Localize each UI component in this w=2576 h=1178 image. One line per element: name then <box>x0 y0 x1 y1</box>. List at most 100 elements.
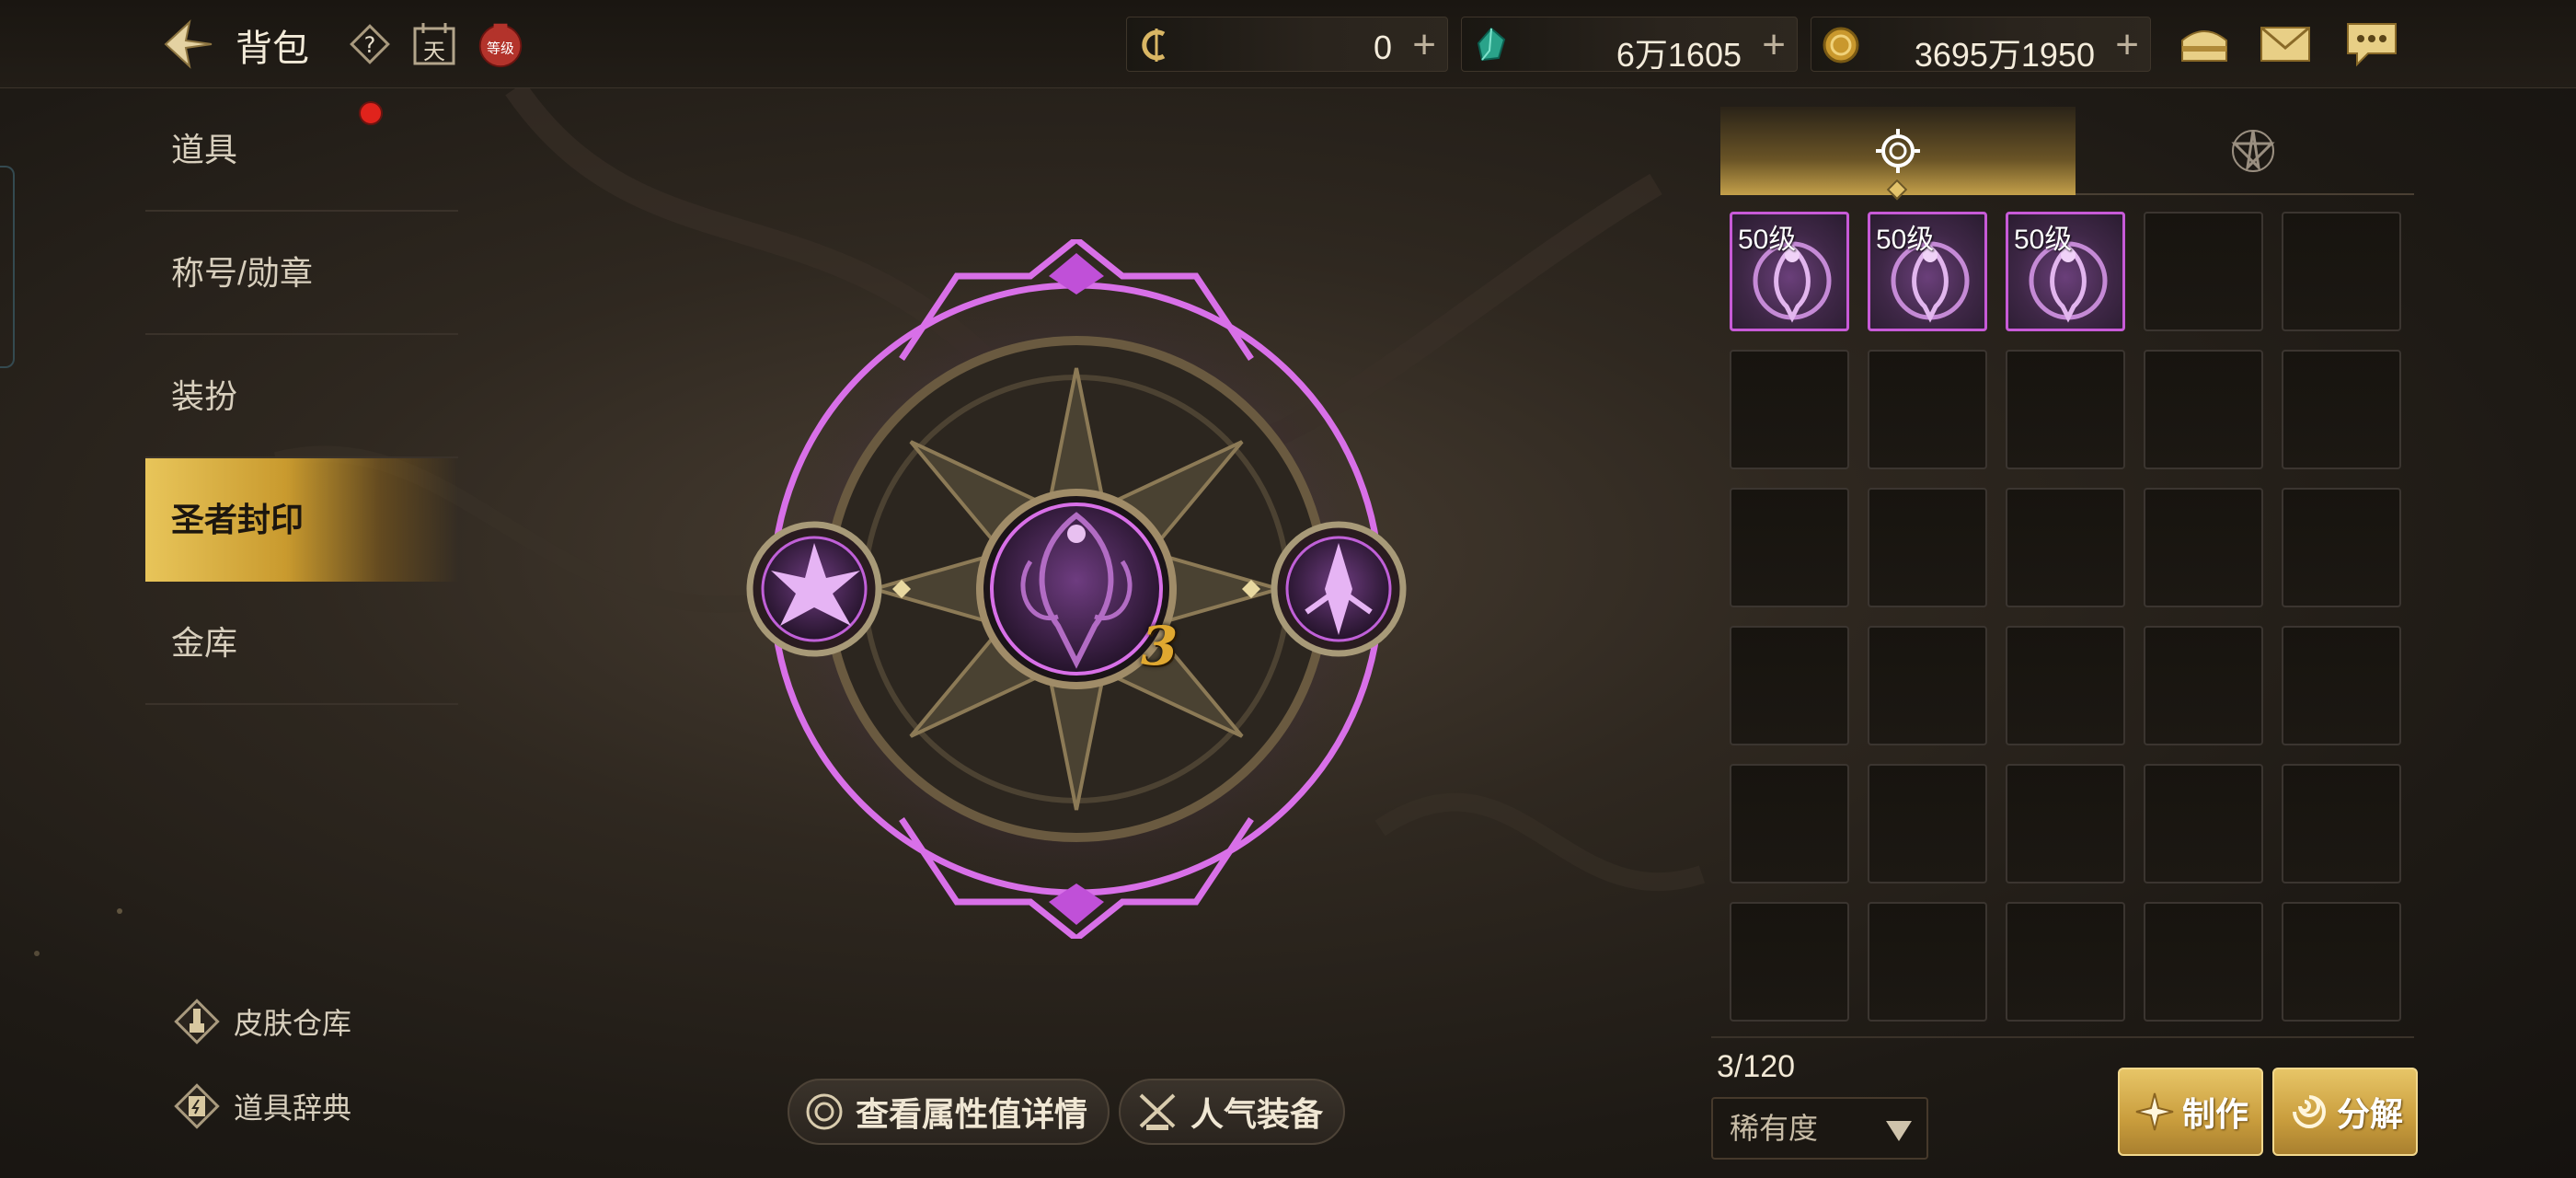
inventory-slot-empty[interactable] <box>2144 212 2263 331</box>
item-dictionary-link[interactable]: 道具辞典 <box>173 1079 351 1134</box>
rarity-dropdown-label: 稀有度 <box>1730 1112 1819 1145</box>
inventory-slot-empty[interactable] <box>2282 212 2401 331</box>
popular-equipment-label: 人气装备 <box>1190 1095 1324 1133</box>
inventory-slot-empty[interactable] <box>2006 902 2125 1022</box>
inventory-slot-empty[interactable] <box>1868 626 1987 745</box>
inventory-slot-empty[interactable] <box>2006 764 2125 884</box>
mail-icon[interactable] <box>2258 18 2313 70</box>
level-bag-icon: 等级 <box>478 23 523 68</box>
craft-label: 制作 <box>2181 1095 2248 1133</box>
inventory-slot-empty[interactable] <box>1730 764 1849 884</box>
tab-sigils[interactable] <box>2076 107 2431 195</box>
sidebar-item-label: 金库 <box>171 624 238 662</box>
inventory-slot-empty[interactable] <box>2144 902 2263 1022</box>
craft-star-icon <box>2135 1092 2174 1131</box>
inventory-slot-empty[interactable] <box>2282 764 2401 884</box>
sidebar-item-titles-medals[interactable]: 称号/勋章 <box>145 212 458 335</box>
inventory-slot-empty[interactable] <box>2282 488 2401 607</box>
item-level: 50级 <box>2014 225 2073 255</box>
inventory-slot-empty[interactable] <box>1868 902 1987 1022</box>
inventory-slot-empty[interactable] <box>1868 764 1987 884</box>
inventory-slot[interactable]: 50级 <box>2006 212 2125 331</box>
inventory-slot-empty[interactable] <box>2144 626 2263 745</box>
help-button[interactable]: ? <box>346 20 394 68</box>
sidebar-item-saint-seal[interactable]: 圣者封印 <box>145 458 458 582</box>
inventory-slot-empty[interactable] <box>2282 902 2401 1022</box>
inventory-slot-empty[interactable] <box>2006 488 2125 607</box>
add-crystal-button[interactable]: + <box>1762 23 1786 67</box>
inventory-slot-empty[interactable] <box>2144 764 2263 884</box>
pentagram-icon <box>2231 130 2275 172</box>
svg-text:天: 天 <box>423 39 445 64</box>
inventory-capacity: 3/120 <box>1717 1049 1796 1084</box>
daily-calendar-button[interactable]: 天 <box>410 20 458 68</box>
back-arrow-icon <box>164 19 213 69</box>
inventory-tabs <box>1720 107 2414 195</box>
crossed-swords-icon <box>1139 1093 1176 1130</box>
chat-icon[interactable] <box>2344 18 2399 70</box>
notification-dot <box>359 101 383 125</box>
craft-button[interactable]: 制作 <box>2118 1068 2263 1156</box>
side-drawer-handle[interactable] <box>0 166 15 368</box>
sidebar-item-label: 圣者封印 <box>171 501 305 538</box>
svg-text:等级: 等级 <box>487 40 514 56</box>
calendar-icon: 天 <box>413 23 455 65</box>
inventory-slot-empty[interactable] <box>2006 350 2125 469</box>
sidebar-item-label: 道具 <box>171 131 238 168</box>
page-title: 背包 <box>236 29 309 69</box>
inventory-slot-empty[interactable] <box>2144 350 2263 469</box>
currency-gold: 3695万1950 + <box>1811 17 2151 74</box>
saint-seal-emblem <box>746 239 1407 939</box>
inventory-slot-empty[interactable] <box>2006 626 2125 745</box>
inventory-slot[interactable]: 50级 <box>1868 212 1987 331</box>
seal-level-number: 3 <box>1141 615 1179 677</box>
inventory-slot-empty[interactable] <box>1730 350 1849 469</box>
swirl-icon <box>2292 1095 2326 1128</box>
skin-warehouse-label: 皮肤仓库 <box>234 1007 352 1040</box>
inventory-slot-empty[interactable] <box>1868 488 1987 607</box>
decompose-label: 分解 <box>2336 1095 2403 1133</box>
divider <box>1711 1036 2414 1038</box>
inventory-slot-empty[interactable] <box>1730 626 1849 745</box>
dictionary-icon <box>174 1083 220 1129</box>
currency-value: 3695万1950 <box>1914 36 2095 74</box>
inventory-slot[interactable]: 50级 <box>1730 212 1849 331</box>
inventory-grid: 50级 50级 50级 <box>1730 212 2401 1022</box>
sidebar-item-vault[interactable]: 金库 <box>145 582 458 705</box>
sidebar-item-outfits[interactable]: 装扮 <box>145 335 458 458</box>
back-button[interactable] <box>158 17 217 72</box>
inventory-slot-empty[interactable] <box>2282 350 2401 469</box>
rarity-sort-dropdown[interactable]: 稀有度 <box>1711 1097 1928 1160</box>
inventory-slot-empty[interactable] <box>2144 488 2263 607</box>
currency-value: 0 <box>1373 29 1392 66</box>
currency-value: 6万1605 <box>1616 36 1742 74</box>
decompose-button[interactable]: 分解 <box>2272 1068 2418 1156</box>
currency-crystal: 6万1605 + <box>1461 17 1798 74</box>
sidebar-item-label: 装扮 <box>171 377 238 415</box>
inventory-slot-empty[interactable] <box>2282 626 2401 745</box>
sidebar-item-label: 称号/勋章 <box>171 254 314 292</box>
inventory-slot-empty[interactable] <box>1868 350 1987 469</box>
view-attribute-details-label: 查看属性值详情 <box>856 1095 1088 1133</box>
view-attribute-details-button[interactable]: 查看属性值详情 <box>788 1079 1110 1145</box>
seal-small-icon <box>806 1093 843 1130</box>
level-reward-button[interactable]: 等级 <box>477 20 524 68</box>
seal-gear-icon <box>1876 129 1920 173</box>
sidebar-item-items[interactable]: 道具 <box>145 88 458 212</box>
brush-icon <box>174 999 220 1045</box>
help-icon: ? <box>350 24 390 64</box>
inventory-slot-empty[interactable] <box>1730 902 1849 1022</box>
crystal-icon <box>1477 27 1506 62</box>
add-c-coin-button[interactable]: + <box>1412 23 1436 67</box>
skin-warehouse-link[interactable]: 皮肤仓库 <box>173 994 351 1049</box>
dropdown-triangle-icon <box>1886 1121 1912 1141</box>
item-level: 50级 <box>1738 225 1797 255</box>
currency-c-coin: 0 + <box>1126 17 1448 72</box>
gold-coin-icon <box>1823 27 1859 64</box>
add-gold-button[interactable]: + <box>2115 23 2139 67</box>
inventory-slot-empty[interactable] <box>1730 488 1849 607</box>
shop-chest-icon[interactable] <box>2177 18 2232 70</box>
popular-equipment-button[interactable]: 人气装备 <box>1119 1079 1346 1145</box>
top-bar: 背包 ? 天 等级 0 + 6万1605 + 3695万1950 + <box>0 0 2576 88</box>
item-level: 50级 <box>1876 225 1935 255</box>
